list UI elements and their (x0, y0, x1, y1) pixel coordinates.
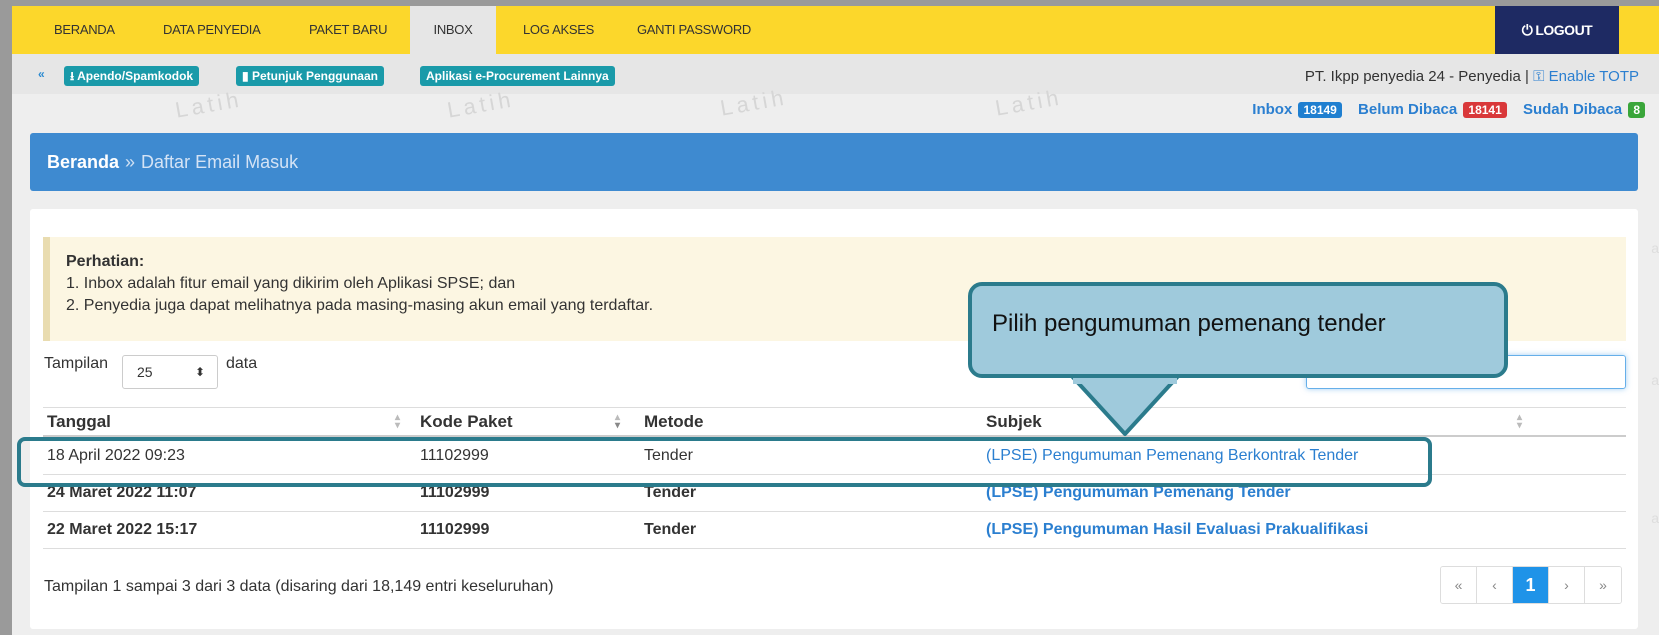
watermark-fragment: a (1651, 510, 1659, 526)
collapse-chevron-icon[interactable]: « (38, 67, 45, 81)
inbox-link[interactable]: Inbox (1252, 101, 1292, 118)
col-tanggal[interactable]: Tanggal (47, 412, 111, 432)
table-info: Tampilan 1 sampai 3 dari 3 data (disarin… (44, 578, 554, 595)
unread-link[interactable]: Belum Dibaca (1358, 101, 1457, 118)
length-suffix: data (226, 355, 258, 372)
enable-totp-link[interactable]: ⚿ Enable TOTP (1533, 68, 1639, 85)
key-icon: ⚿ (1533, 68, 1545, 85)
unread-count-badge: 18141 (1463, 102, 1507, 118)
inbox-count-badge: 18149 (1298, 102, 1342, 118)
petunjuk-button[interactable]: ▮ Petunjuk Penggunaan (236, 66, 384, 86)
pagination: « ‹ 1 › » (1440, 566, 1622, 604)
nav-paket-baru[interactable]: PAKET BARU (309, 6, 387, 54)
col-metode[interactable]: Metode (644, 412, 704, 432)
sub-toolbar: « ⭳ Apendo/Spamkodok ▮ Petunjuk Pengguna… (12, 54, 1659, 94)
col-kode-paket[interactable]: Kode Paket (420, 412, 513, 432)
callout-tooltip: Pilih pengumuman pemenang tender (968, 282, 1508, 378)
breadcrumb-current: Daftar Email Masuk (141, 152, 299, 172)
logout-button[interactable]: ⏻ LOGOUT (1495, 6, 1619, 54)
cell-metode: Tender (644, 521, 697, 538)
breadcrumb-separator: » (125, 152, 136, 172)
nav-data-penyedia[interactable]: DATA PENYEDIA (163, 6, 261, 54)
book-icon: ▮ (242, 69, 252, 83)
account-info: PT. Ikpp penyedia 24 - Penyedia | ⚿ Enab… (1304, 68, 1639, 85)
page-prev[interactable]: ‹ (1477, 567, 1513, 603)
callout-pointer (1070, 374, 1180, 436)
watermark-fragment: a (1651, 372, 1659, 388)
sort-icon: ▴ ▾ (1517, 412, 1523, 431)
eproc-lainnya-button[interactable]: Aplikasi e-Procurement Lainnya (420, 66, 615, 86)
page-first[interactable]: « (1441, 567, 1477, 603)
breadcrumb: Beranda » Daftar Email Masuk (30, 133, 1638, 191)
nav-inbox[interactable]: INBOX (410, 6, 496, 54)
power-icon: ⏻ (1521, 22, 1533, 38)
breadcrumb-home[interactable]: Beranda (47, 152, 119, 172)
sort-icon: ▴ ▾ (615, 412, 621, 431)
page-length-select[interactable]: 25 ⬍ (122, 355, 218, 389)
col-subjek[interactable]: Subjek (986, 412, 1042, 432)
callout-text: Pilih pengumuman pemenang tender (992, 310, 1386, 337)
table-header: Tanggal ▴ ▾ Kode Paket ▴ ▾ Metode Subjek ▴… (43, 407, 1626, 437)
nav-log-akses[interactable]: LOG AKSES (523, 6, 594, 54)
inbox-panel: Perhatian: 1. Inbox adalah fitur email y… (30, 209, 1638, 629)
highlight-box (17, 437, 1432, 487)
updown-icon: ⬍ (194, 365, 205, 379)
length-label: Tampilan (44, 355, 109, 372)
top-navbar: BERANDA DATA PENYEDIA PAKET BARU INBOX L… (12, 6, 1659, 54)
nav-beranda[interactable]: BERANDA (54, 6, 115, 54)
inbox-counters: Inbox 18149 Belum Dibaca 18141 Sudah Dib… (1252, 101, 1645, 118)
notice-title: Perhatian: (66, 253, 145, 270)
page-next[interactable]: › (1549, 567, 1585, 603)
nav-ganti-password[interactable]: GANTI PASSWORD (637, 6, 751, 54)
read-link[interactable]: Sudah Dibaca (1523, 101, 1622, 118)
page-current[interactable]: 1 (1513, 567, 1549, 603)
page-last[interactable]: » (1585, 567, 1621, 603)
cell-kode: 11102999 (420, 521, 490, 538)
subject-link[interactable]: (LPSE) Pengumuman Hasil Evaluasi Prakual… (986, 521, 1368, 539)
watermark-fragment: a (1651, 240, 1659, 256)
read-count-badge: 8 (1628, 102, 1645, 118)
table-row[interactable]: 22 Maret 2022 15:17 11102999 Tender (LPS… (43, 512, 1626, 549)
cell-tanggal: 22 Maret 2022 15:17 (47, 521, 198, 538)
apendo-button[interactable]: ⭳ Apendo/Spamkodok (64, 66, 200, 86)
sort-icon: ▴ ▾ (395, 412, 401, 431)
